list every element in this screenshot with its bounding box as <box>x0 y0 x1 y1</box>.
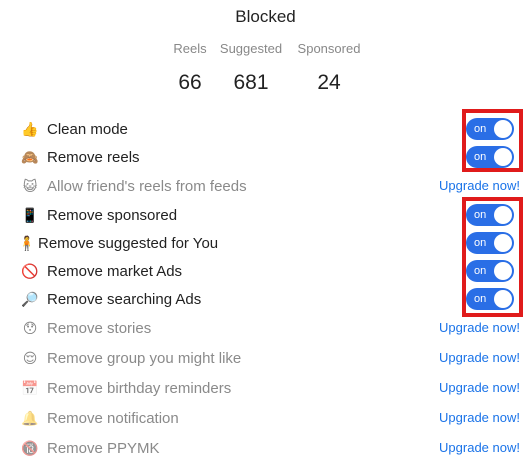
setting-row-remove-stories: 😯 Remove stories Upgrade now! <box>20 315 520 341</box>
see-no-evil-monkey-icon: 🙈 <box>21 148 39 165</box>
toggle-knob <box>494 120 512 138</box>
mobile-phone-icon: 📱 <box>21 206 39 223</box>
prohibited-icon: 🚫 <box>21 262 39 279</box>
toggle-knob <box>494 148 512 166</box>
thumbs-up-icon: 👍 <box>21 120 39 137</box>
setting-row-clean-mode: 👍 Clean mode on <box>20 116 520 142</box>
stat-label-reels: Reels <box>173 41 207 56</box>
remove-searching-ads-toggle[interactable]: on <box>466 288 514 310</box>
setting-row-remove-ppymk: 🔞 Remove PPYMK Upgrade now! <box>20 435 520 461</box>
upgrade-link[interactable]: Upgrade now! <box>439 410 520 425</box>
upgrade-link[interactable]: Upgrade now! <box>439 178 520 193</box>
setting-row-remove-sponsored: 📱 Remove sponsored on <box>20 202 520 228</box>
setting-label: Remove suggested for You <box>38 234 219 252</box>
toggle-knob <box>494 262 512 280</box>
toggle-text: on <box>474 237 487 249</box>
upgrade-link[interactable]: Upgrade now! <box>439 440 520 455</box>
bell-icon: 🔔 <box>21 409 39 426</box>
stat-value-reels: 66 <box>178 71 202 94</box>
setting-label: Remove notification <box>47 409 179 427</box>
remove-market-ads-toggle[interactable]: on <box>466 260 514 282</box>
page-title: Blocked <box>235 7 296 26</box>
upgrade-link[interactable]: Upgrade now! <box>439 350 520 365</box>
toggle-text: on <box>474 151 487 163</box>
face-icon: 😯 <box>22 319 38 336</box>
setting-label: Allow friend's reels from feeds <box>47 177 247 195</box>
setting-label: Remove PPYMK <box>47 439 160 457</box>
setting-label: Remove birthday reminders <box>47 379 232 397</box>
setting-row-remove-group: 😌 Remove group you might like Upgrade no… <box>20 345 520 371</box>
toggle-text: on <box>474 265 487 277</box>
toggle-knob <box>494 206 512 224</box>
no-under-eighteen-icon: 🔞 <box>21 439 39 456</box>
setting-row-remove-birthday: 📅 Remove birthday reminders Upgrade now! <box>20 375 520 401</box>
setting-label: Remove group you might like <box>47 349 242 367</box>
setting-label: Remove market Ads <box>47 262 183 280</box>
stat-label-suggested: Suggested <box>219 41 283 56</box>
setting-row-remove-suggested: 🧍 Remove suggested for You on <box>18 230 520 256</box>
cat-face-icon: 😺 <box>22 177 38 194</box>
person-icon: 🧍 <box>18 234 36 251</box>
toggle-knob <box>494 234 512 252</box>
setting-row-allow-friends-reels: 😺 Allow friend's reels from feeds Upgrad… <box>20 173 520 199</box>
toggle-text: on <box>474 123 487 135</box>
face-icon: 😌 <box>22 349 38 366</box>
stat-value-suggested: 681 <box>233 71 269 94</box>
toggle-text: on <box>474 209 487 221</box>
upgrade-link[interactable]: Upgrade now! <box>439 380 520 395</box>
setting-label: Remove searching Ads <box>47 290 202 308</box>
setting-row-remove-searching-ads: 🔎 Remove searching Ads on <box>20 286 520 312</box>
clean-mode-toggle[interactable]: on <box>466 118 514 140</box>
remove-reels-toggle[interactable]: on <box>466 146 514 168</box>
setting-label: Clean mode <box>47 120 128 138</box>
setting-label: Remove reels <box>47 148 140 166</box>
setting-label: Remove stories <box>47 319 152 337</box>
toggle-text: on <box>474 293 487 305</box>
setting-label: Remove sponsored <box>47 206 178 224</box>
setting-row-remove-market-ads: 🚫 Remove market Ads on <box>20 258 520 284</box>
remove-suggested-toggle[interactable]: on <box>466 232 514 254</box>
magnifying-glass-icon: 🔎 <box>21 290 39 307</box>
stat-value-sponsored: 24 <box>317 71 341 94</box>
setting-row-remove-reels: 🙈 Remove reels on <box>20 144 520 170</box>
calendar-icon: 📅 <box>21 379 39 396</box>
stat-label-sponsored: Sponsored <box>297 41 361 56</box>
upgrade-link[interactable]: Upgrade now! <box>439 320 520 335</box>
setting-row-remove-notification: 🔔 Remove notification Upgrade now! <box>20 405 520 431</box>
remove-sponsored-toggle[interactable]: on <box>466 204 514 226</box>
toggle-knob <box>494 290 512 308</box>
